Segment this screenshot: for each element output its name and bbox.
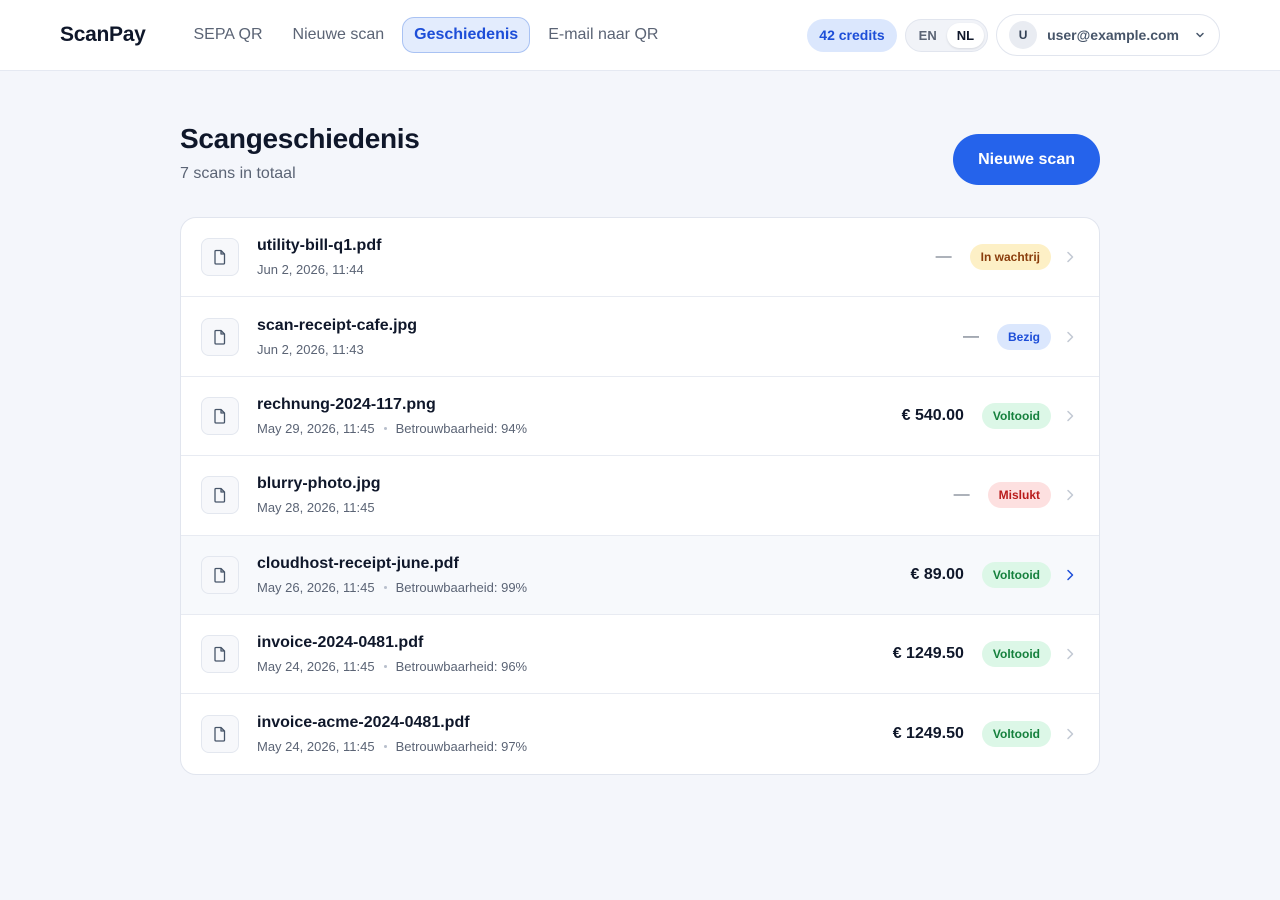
nav-sepa-qr[interactable]: SEPA QR (181, 17, 274, 53)
scan-amount: — (953, 486, 970, 504)
scan-row[interactable]: rechnung-2024-117.png May 29, 2026, 11:4… (181, 377, 1099, 457)
scan-date: May 24, 2026, 11:45 (257, 739, 375, 755)
status-badge: Voltooid (981, 561, 1051, 588)
document-icon (201, 715, 239, 754)
scan-filename: rechnung-2024-117.png (257, 395, 436, 413)
chevron-right-icon[interactable] (1061, 407, 1079, 425)
nav-new-scan[interactable]: Nieuwe scan (281, 17, 397, 53)
scan-filename: invoice-2024-0481.pdf (257, 634, 424, 652)
scan-filename: invoice-acme-2024-0481.pdf (257, 714, 470, 732)
scan-confidence: Betrouwbaarheid: 94% (395, 420, 528, 436)
scan-info: scan-receipt-cafe.jpg Jun 2, 2026, 11:43 (257, 317, 963, 357)
status-badge: Voltooid (981, 641, 1051, 668)
meta-separator (383, 665, 387, 669)
scan-row[interactable]: blurry-photo.jpg May 28, 2026, 11:45 — M… (181, 456, 1099, 536)
scan-summary: € 89.00 Voltooid (910, 561, 1080, 588)
scan-filename: utility-bill-q1.pdf (257, 237, 382, 255)
scan-meta: May 28, 2026, 11:45 (257, 500, 954, 515)
main-content: Scangeschiedenis 7 scans in totaal Nieuw… (180, 71, 1100, 775)
scan-info: invoice-2024-0481.pdf May 24, 2026, 11:4… (257, 634, 893, 674)
nav-history[interactable]: Geschiedenis (402, 17, 531, 53)
avatar: U (1009, 21, 1038, 49)
user-email: user@example.com (1047, 27, 1179, 43)
new-scan-button[interactable]: Nieuwe scan (953, 134, 1100, 185)
credits-badge[interactable]: 42 credits (807, 18, 897, 52)
top-navigation-bar: ScanPay SEPA QR Nieuwe scan Geschiedenis… (0, 0, 1280, 71)
document-icon (201, 555, 239, 594)
scan-row[interactable]: utility-bill-q1.pdf Jun 2, 2026, 11:44 —… (181, 218, 1099, 298)
scan-summary: € 540.00 Voltooid (901, 402, 1079, 429)
scan-summary: € 1249.50 Voltooid (892, 721, 1079, 748)
document-icon (201, 476, 239, 515)
scan-info: blurry-photo.jpg May 28, 2026, 11:45 (257, 475, 954, 515)
scan-date: May 28, 2026, 11:45 (257, 500, 375, 516)
scan-summary: — Bezig (962, 323, 1079, 350)
nav-email-to-qr[interactable]: E-mail naar QR (536, 17, 670, 53)
user-menu-button[interactable]: U user@example.com (996, 14, 1220, 56)
scan-row[interactable]: invoice-2024-0481.pdf May 24, 2026, 11:4… (181, 615, 1099, 695)
scan-row[interactable]: invoice-acme-2024-0481.pdf May 24, 2026,… (181, 694, 1099, 773)
chevron-right-icon[interactable] (1061, 566, 1079, 584)
scan-summary: — Mislukt (953, 482, 1079, 509)
scan-meta: May 26, 2026, 11:45 Betrouwbaarheid: 99% (257, 580, 911, 595)
status-badge: Bezig (996, 323, 1051, 350)
status-badge: In wachtrij (969, 244, 1051, 271)
document-icon (201, 317, 239, 356)
scan-filename: scan-receipt-cafe.jpg (257, 316, 418, 334)
scan-meta: Jun 2, 2026, 11:44 (257, 262, 936, 277)
scan-date: May 29, 2026, 11:45 (257, 420, 375, 436)
scan-history-list: utility-bill-q1.pdf Jun 2, 2026, 11:44 —… (180, 217, 1100, 775)
meta-separator (383, 426, 387, 430)
scan-summary: — In wachtrij (935, 244, 1079, 271)
scan-filename: cloudhost-receipt-june.pdf (257, 554, 459, 572)
scan-meta: May 24, 2026, 11:45 Betrouwbaarheid: 97% (257, 739, 893, 754)
lang-en-button[interactable]: EN (909, 23, 947, 48)
status-badge: Voltooid (981, 402, 1051, 429)
chevron-right-icon[interactable] (1061, 248, 1079, 266)
scan-info: cloudhost-receipt-june.pdf May 26, 2026,… (257, 555, 911, 595)
chevron-right-icon[interactable] (1061, 328, 1079, 346)
scan-info: rechnung-2024-117.png May 29, 2026, 11:4… (257, 396, 902, 436)
scan-amount: — (962, 327, 979, 345)
scan-date: May 26, 2026, 11:45 (257, 579, 375, 595)
scan-summary: € 1249.50 Voltooid (892, 641, 1079, 668)
document-icon (201, 635, 239, 674)
scan-amount: € 1249.50 (892, 725, 964, 743)
meta-separator (383, 585, 387, 589)
scan-row[interactable]: scan-receipt-cafe.jpg Jun 2, 2026, 11:43… (181, 297, 1099, 377)
scan-meta: Jun 2, 2026, 11:43 (257, 342, 963, 357)
document-icon (201, 396, 239, 435)
meta-separator (383, 745, 387, 749)
scan-date: Jun 2, 2026, 11:43 (257, 341, 364, 357)
app-logo[interactable]: ScanPay (60, 23, 146, 47)
scan-amount: € 540.00 (901, 406, 964, 424)
header-tools: 42 credits EN NL U user@example.com (807, 14, 1220, 56)
scan-info: utility-bill-q1.pdf Jun 2, 2026, 11:44 (257, 237, 936, 277)
scan-amount: € 1249.50 (892, 645, 964, 663)
scan-date: May 24, 2026, 11:45 (257, 659, 375, 675)
main-nav: SEPA QR Nieuwe scan Geschiedenis E-mail … (181, 17, 670, 53)
scan-info: invoice-acme-2024-0481.pdf May 24, 2026,… (257, 714, 893, 754)
scan-meta: May 24, 2026, 11:45 Betrouwbaarheid: 96% (257, 659, 893, 674)
chevron-right-icon[interactable] (1061, 645, 1079, 663)
chevron-right-icon[interactable] (1061, 486, 1079, 504)
chevron-right-icon[interactable] (1061, 725, 1079, 743)
scan-confidence: Betrouwbaarheid: 99% (395, 579, 528, 595)
scan-amount: — (935, 248, 952, 266)
scan-confidence: Betrouwbaarheid: 96% (395, 659, 528, 675)
chevron-down-icon (1196, 32, 1204, 38)
scan-row[interactable]: cloudhost-receipt-june.pdf May 26, 2026,… (181, 535, 1099, 615)
lang-nl-button[interactable]: NL (946, 22, 985, 48)
scan-confidence: Betrouwbaarheid: 97% (395, 739, 528, 755)
scan-filename: blurry-photo.jpg (257, 475, 381, 493)
document-icon (201, 238, 239, 277)
scan-date: Jun 2, 2026, 11:44 (257, 262, 364, 278)
language-switcher: EN NL (904, 18, 989, 52)
status-badge: Voltooid (981, 721, 1051, 748)
status-badge: Mislukt (987, 482, 1051, 509)
scan-meta: May 29, 2026, 11:45 Betrouwbaarheid: 94% (257, 421, 902, 436)
scan-amount: € 89.00 (910, 565, 964, 583)
